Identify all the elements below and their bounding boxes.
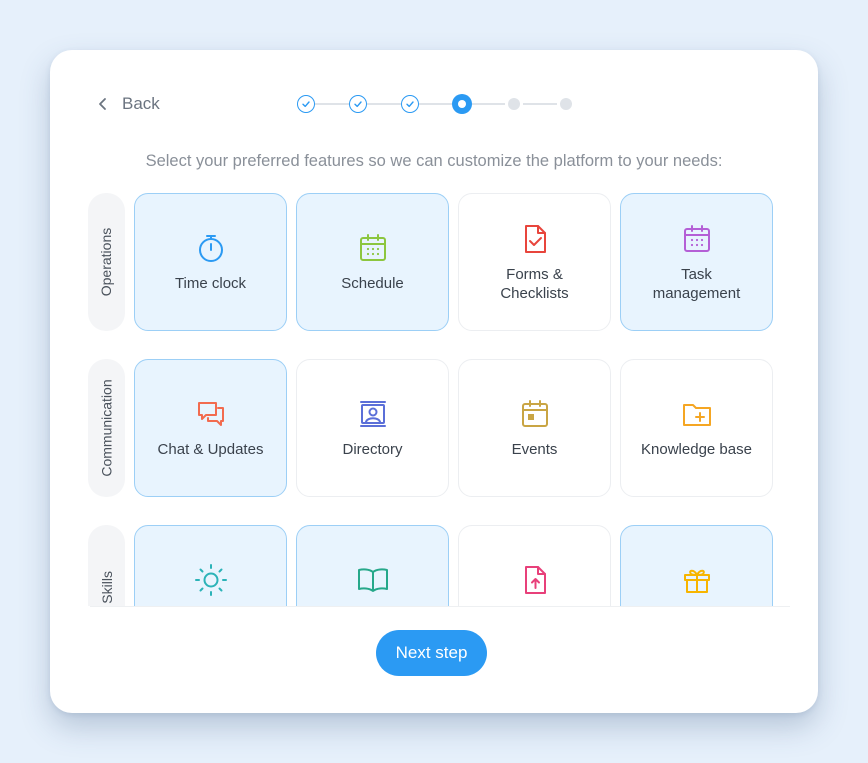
stepper-connector — [523, 103, 557, 105]
chat-bubbles-icon — [194, 397, 228, 431]
step-6-todo — [554, 92, 578, 116]
chevron-left-icon — [99, 98, 106, 110]
document-check-icon — [518, 222, 552, 256]
step-dot — [452, 94, 472, 114]
feature-tile-label: Knowledge base — [641, 441, 752, 458]
group-label: Communication — [88, 359, 125, 497]
step-5-todo — [502, 92, 526, 116]
group-label-text: Communication — [98, 379, 115, 477]
page-subtitle: Select your preferred features so we can… — [145, 152, 723, 170]
step-check-icon — [297, 95, 315, 113]
feature-tile-label: Schedule — [341, 275, 404, 292]
event-calendar-icon — [518, 397, 552, 431]
feature-tile[interactable]: Document — [458, 525, 611, 606]
file-upload-icon — [518, 563, 552, 597]
step-4-current — [450, 92, 474, 116]
divider — [90, 606, 790, 607]
contact-card-icon — [356, 397, 390, 431]
calendar-task-icon — [680, 222, 714, 256]
stepper-connector — [367, 103, 401, 105]
open-book-icon — [356, 563, 390, 597]
sun-icon — [194, 563, 228, 597]
group-label: Operations — [88, 193, 125, 331]
stepper-connector — [419, 103, 453, 105]
feature-group: & Skills Time offTraining &DocumentRecogn… — [88, 525, 788, 606]
stopwatch-icon — [194, 231, 228, 265]
feature-tile-label: Chat & Updates — [157, 441, 264, 458]
progress-stepper — [294, 92, 574, 116]
feature-grid[interactable]: Operations Time clock Schedule Forms & Chec… — [88, 193, 788, 606]
feature-tile[interactable]: Time clock — [134, 193, 287, 331]
feature-tile[interactable]: Recognitions & — [620, 525, 773, 606]
calendar-grid-icon — [356, 231, 390, 265]
step-check-icon — [349, 95, 367, 113]
feature-tile[interactable]: Time off — [134, 525, 287, 606]
group-label-text: Operations — [98, 227, 115, 297]
feature-tile-label: Events — [511, 441, 558, 458]
onboarding-card: Back Select your preferred features so w… — [50, 50, 818, 713]
feature-tile[interactable]: Training & — [296, 525, 449, 606]
step-dot — [508, 98, 520, 110]
gift-icon — [680, 563, 714, 597]
feature-tile-label: Directory — [342, 441, 403, 458]
folder-plus-icon — [680, 397, 714, 431]
group-label: & Skills — [88, 525, 125, 606]
stepper-connector — [315, 103, 349, 105]
feature-tile[interactable]: Task management — [620, 193, 773, 331]
stepper-connector — [471, 103, 505, 105]
step-check-icon — [401, 95, 419, 113]
feature-tile[interactable]: Directory — [296, 359, 449, 497]
feature-group: Communication Chat & Updates Directory Even… — [88, 359, 788, 497]
back-label: Back — [122, 94, 160, 113]
feature-tile[interactable]: Knowledge base — [620, 359, 773, 497]
feature-tile-label: Forms & Checklists — [500, 265, 569, 302]
step-3-done — [398, 92, 422, 116]
feature-tile-label: Task management — [652, 265, 741, 302]
next-step-button[interactable]: Next step — [376, 630, 487, 676]
feature-group: Operations Time clock Schedule Forms & Chec… — [88, 193, 788, 331]
feature-tile[interactable]: Forms & Checklists — [458, 193, 611, 331]
back-button[interactable]: Back — [98, 90, 160, 118]
step-2-done — [346, 92, 370, 116]
step-dot — [560, 98, 572, 110]
feature-tile[interactable]: Schedule — [296, 193, 449, 331]
group-label-text: & Skills — [98, 571, 115, 606]
feature-tile[interactable]: Events — [458, 359, 611, 497]
feature-tile[interactable]: Chat & Updates — [134, 359, 287, 497]
feature-tile-label: Time clock — [174, 275, 247, 292]
step-1-done — [294, 92, 318, 116]
